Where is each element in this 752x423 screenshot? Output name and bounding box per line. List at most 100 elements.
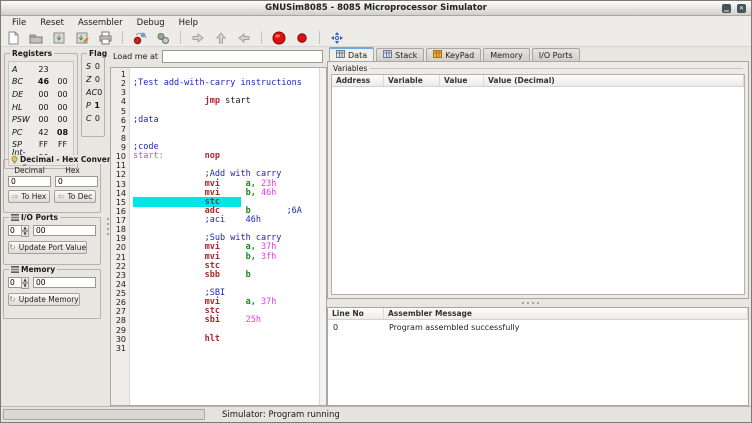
lightbulb-icon (11, 156, 18, 164)
tab-i-o-ports[interactable]: I/O Ports (532, 48, 580, 61)
save-as-icon[interactable] (74, 30, 90, 46)
registers-list: A23BC4600DE0000HL0000PSW0000PC4208SPFFFF… (8, 61, 74, 166)
port-address-stepper[interactable]: ▲▼ (8, 225, 29, 236)
variables-col-value[interactable]: Value (440, 75, 484, 86)
to-dec-button[interactable]: ⇦To Dec (54, 190, 96, 203)
code-line (133, 125, 319, 134)
tab-label: I/O Ports (539, 51, 573, 60)
status-progress-box (3, 409, 205, 420)
toolbar-separator (122, 31, 123, 44)
variables-table: AddressVariableValueValue (Decimal) (331, 74, 745, 295)
editor-pane: Load me at 12345678910111213141516171819… (110, 47, 327, 406)
registers-frame: Registers A23BC4600DE0000HL0000PSW0000PC… (4, 53, 78, 169)
menu-file[interactable]: File (5, 18, 33, 28)
minimize-icon[interactable]: ▁ (722, 4, 731, 13)
data-tab-page: Variables AddressVariableValueValue (Dec… (327, 61, 749, 299)
menu-reset[interactable]: Reset (33, 18, 71, 28)
tab-stack[interactable]: Stack (376, 48, 424, 61)
open-folder-icon[interactable] (28, 30, 44, 46)
tab-data[interactable]: Data (329, 47, 374, 61)
refresh-icon: ↻ (9, 243, 16, 252)
stop-icon[interactable] (294, 30, 310, 46)
line-number: 3 (111, 88, 129, 97)
new-file-icon[interactable] (5, 30, 21, 46)
variables-col-value-decimal-[interactable]: Value (Decimal) (484, 75, 744, 86)
code-area[interactable]: ;Test add-with-carry instructions jmp st… (130, 68, 319, 405)
line-number-gutter: 1234567891011121314151617181920212223242… (111, 68, 130, 405)
assemble-load-icon[interactable] (155, 30, 171, 46)
menu-help[interactable]: Help (172, 18, 205, 28)
code-line (133, 134, 319, 143)
line-number: 19 (111, 234, 129, 243)
status-text: Simulator: Program running (222, 410, 340, 420)
step-over-icon[interactable] (190, 30, 206, 46)
close-icon[interactable]: ✕ (737, 4, 746, 13)
memory-address-input[interactable] (8, 277, 21, 288)
refresh-icon: ↻ (9, 295, 16, 304)
line-number: 5 (111, 107, 129, 116)
menu-debug[interactable]: Debug (130, 18, 172, 28)
code-line: ;aci 46h (133, 216, 319, 225)
menu-assembler[interactable]: Assembler (71, 18, 130, 28)
line-number: 17 (111, 216, 129, 225)
line-number: 14 (111, 189, 129, 198)
spin-down-icon[interactable]: ▼ (21, 231, 29, 237)
tab-label: Data (348, 51, 367, 60)
flags-frame: Flag S0Z0AC0P1C0 (81, 53, 105, 137)
tab-label: Memory (490, 51, 523, 60)
step-back-icon[interactable] (236, 30, 252, 46)
load-me-at-input[interactable] (162, 50, 323, 63)
code-line: hlt (133, 335, 319, 344)
code-line: jmp start (133, 97, 319, 106)
variables-table-body[interactable] (332, 87, 744, 294)
save-icon[interactable] (51, 30, 67, 46)
assembler-messages-table: Line NoAssembler Message 0Program assemb… (327, 307, 749, 406)
toolbar-separator (261, 31, 262, 44)
code-line: start: nop (133, 152, 319, 161)
tab-memory[interactable]: Memory (483, 48, 530, 61)
tab-label: Stack (395, 51, 417, 60)
line-number: 18 (111, 225, 129, 234)
to-hex-button[interactable]: ⇨To Hex (8, 190, 50, 203)
tab-keypad[interactable]: KeyPad (426, 48, 481, 61)
port-value-input[interactable] (33, 225, 96, 236)
load-me-at-label: Load me at (113, 52, 158, 61)
line-number: 11 (111, 161, 129, 170)
tab-bar: Data Stack KeyPad Memory I/O Ports (329, 47, 580, 61)
memory-value-input[interactable] (33, 277, 96, 288)
toolbar-separator (319, 31, 320, 44)
variables-col-variable[interactable]: Variable (384, 75, 440, 86)
message-row[interactable]: 0Program assembled successfully (328, 320, 748, 332)
message-line-no: 0 (328, 323, 384, 332)
flag-row-c: C0 (86, 112, 100, 125)
print-icon[interactable] (97, 30, 113, 46)
update-memory-button[interactable]: ↻Update Memory (8, 293, 80, 306)
update-port-value-button[interactable]: ↻Update Port Value (8, 241, 87, 254)
hex-input[interactable] (55, 176, 98, 187)
show-current-line-icon[interactable] (329, 30, 345, 46)
registers-frame-title: Registers (10, 49, 54, 58)
assemble-icon[interactable] (132, 30, 148, 46)
spin-down-icon[interactable]: ▼ (21, 283, 29, 289)
decimal-input[interactable] (8, 176, 51, 187)
messages-col-line-no[interactable]: Line No (328, 308, 384, 319)
memory-address-stepper[interactable]: ▲▼ (8, 277, 29, 288)
variables-col-address[interactable]: Address (332, 75, 384, 86)
line-number: 2 (111, 79, 129, 88)
line-number: 8 (111, 134, 129, 143)
left-panel: Registers A23BC4600DE0000HL0000PSW0000PC… (1, 47, 105, 406)
editor-scrollbar[interactable] (319, 68, 326, 405)
register-row-psw: PSW0000 (9, 113, 73, 126)
line-number: 6 (111, 116, 129, 125)
messages-col-assembler-message[interactable]: Assembler Message (384, 308, 748, 319)
title-bar: GNUSim8085 - 8085 Microprocessor Simulat… (1, 1, 751, 16)
run-icon[interactable] (271, 30, 287, 46)
line-number: 31 (111, 344, 129, 353)
port-address-input[interactable] (8, 225, 21, 236)
line-number: 30 (111, 335, 129, 344)
messages-table-body: 0Program assembled successfully (328, 320, 748, 332)
register-row-pc: PC4208 (9, 126, 73, 139)
horizontal-splitter[interactable] (522, 300, 539, 306)
io-ports-frame: I/O Ports ▲▼ ↻Update Port Value (3, 217, 101, 265)
step-out-icon[interactable] (213, 30, 229, 46)
